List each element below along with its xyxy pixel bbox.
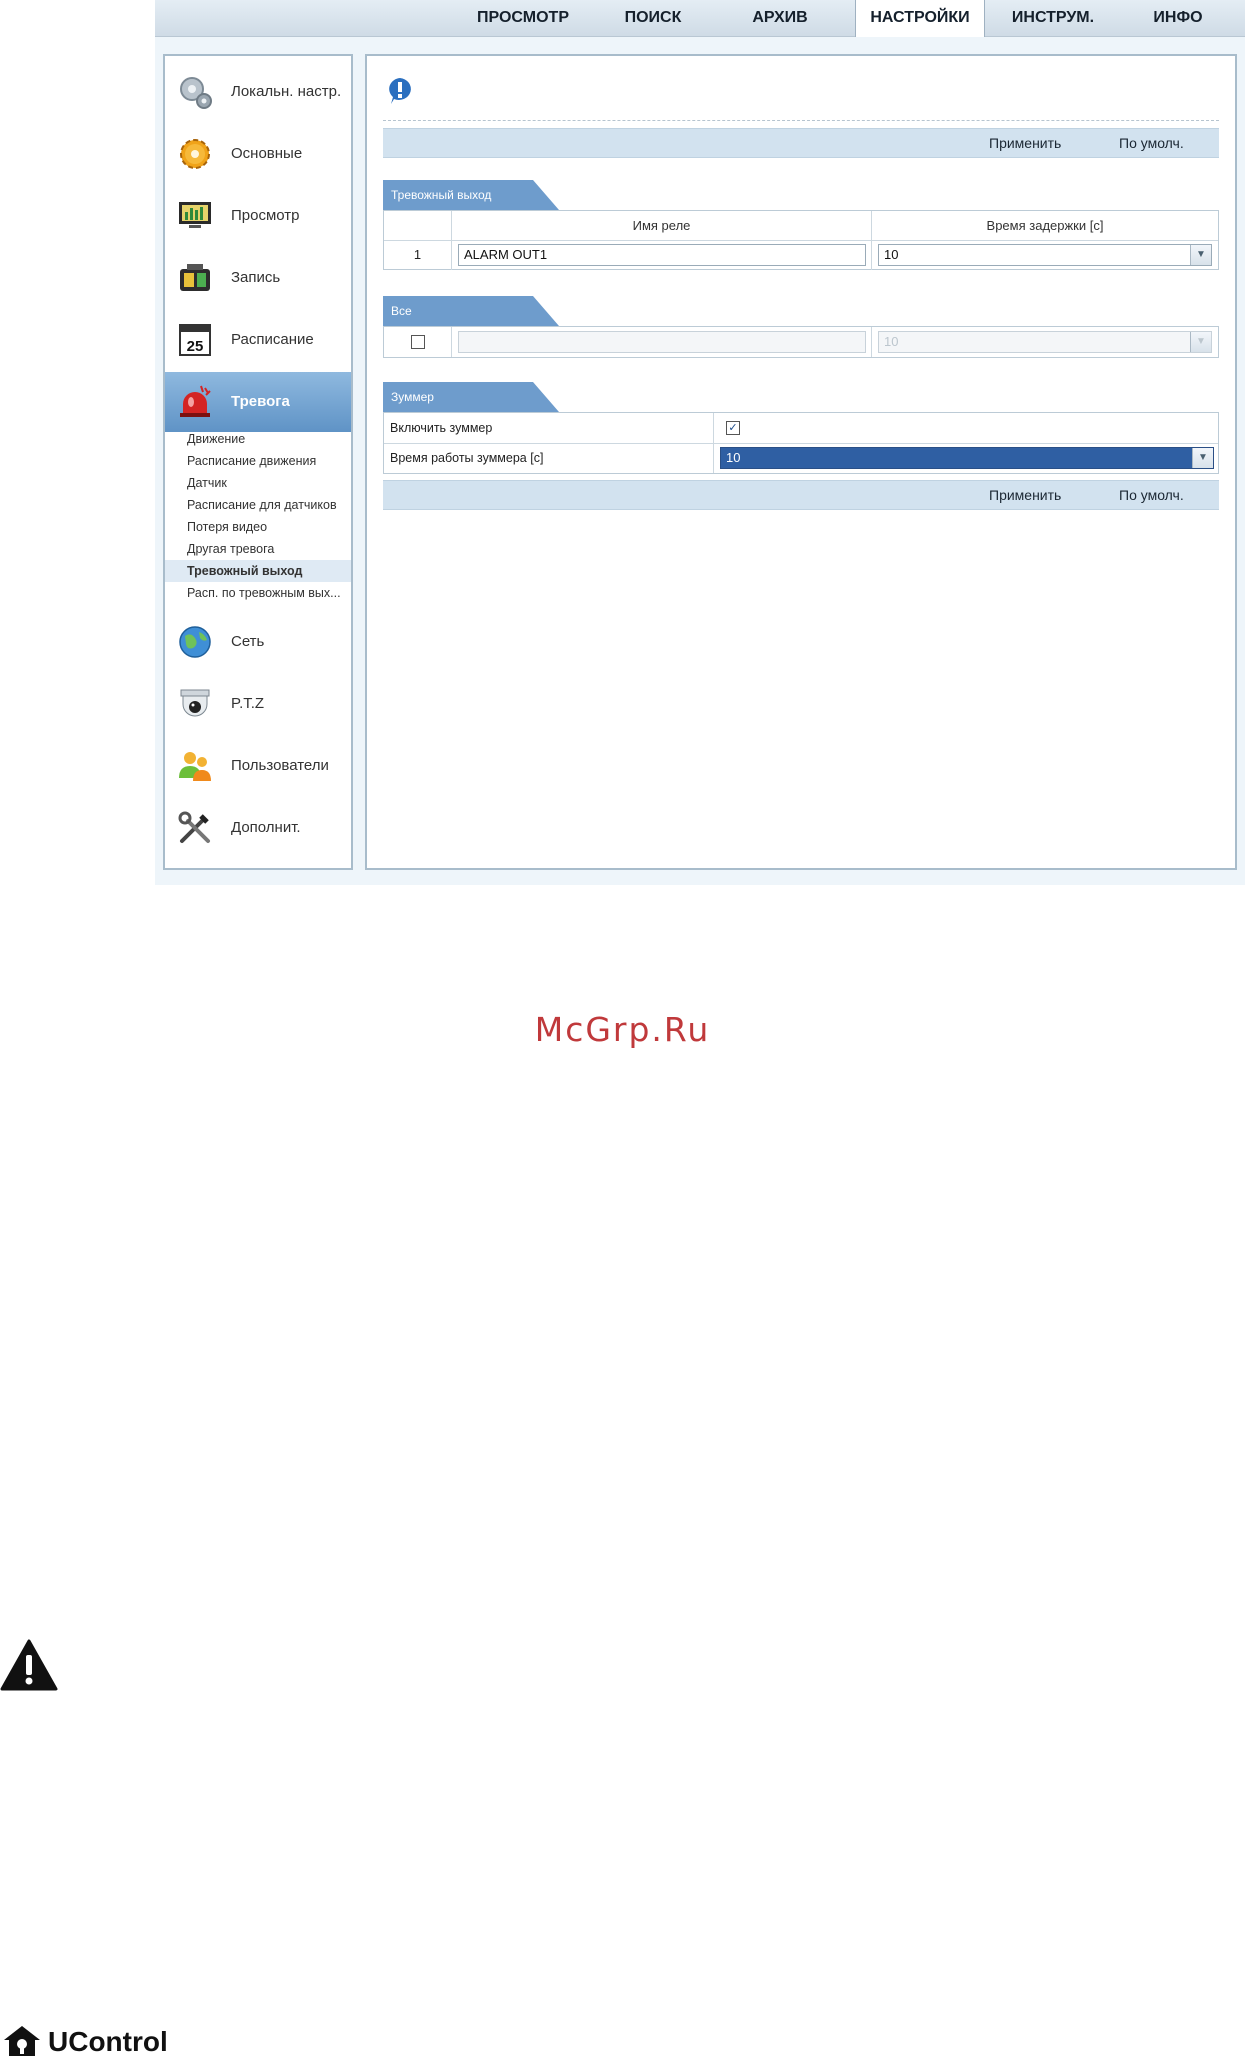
svg-text:25: 25 — [187, 338, 204, 355]
all-relay-name-input[interactable] — [458, 331, 866, 353]
watermark-text: McGrp.Ru — [534, 1010, 711, 1049]
buzzer-table: Включить зуммер ✓ Время работы зуммера [… — [383, 412, 1219, 474]
tab-search[interactable]: ПОИСК — [598, 0, 708, 36]
all-delay-select[interactable]: 10 ▼ — [878, 331, 1212, 353]
sidebar-item-local-settings[interactable]: Локальн. настр. — [165, 62, 351, 122]
divider — [383, 120, 1219, 121]
section-tab-all: Все — [383, 296, 563, 326]
row-number: 1 — [384, 240, 452, 270]
chevron-down-icon: ▼ — [1190, 245, 1211, 265]
buzzer-time-value: 10 — [726, 450, 741, 465]
submenu-sensor[interactable]: Датчик — [165, 472, 351, 494]
info-bubble-icon — [389, 78, 411, 104]
settings-sidebar: Локальн. настр. Основные Просмотр Запись… — [163, 54, 353, 870]
col-header-num — [384, 211, 452, 240]
default-button[interactable]: По умолч. — [1119, 129, 1184, 157]
gear-icon — [180, 139, 210, 169]
submenu-alarm-out-schedule[interactable]: Расп. по тревожным вых... — [165, 582, 351, 604]
sidebar-item-label: Запись — [231, 269, 281, 286]
all-table: 10 ▼ — [383, 326, 1219, 358]
sidebar-item-label: Локальн. настр. — [231, 83, 342, 100]
sidebar-item-record[interactable]: Запись — [165, 248, 351, 308]
calendar-icon: 25 — [179, 324, 211, 356]
sidebar-item-advanced[interactable]: Дополнит. — [165, 798, 351, 858]
record-icon — [180, 264, 210, 291]
alarm-submenu: Движение Расписание движения Датчик Расп… — [165, 428, 351, 604]
buzzer-time-select[interactable]: 10 ▼ — [720, 447, 1214, 469]
delay-value: 10 — [884, 247, 899, 262]
buzzer-enable-label: Включить зуммер — [384, 413, 714, 443]
alarm-siren-icon — [180, 385, 211, 417]
submenu-other-alarm[interactable]: Другая тревога — [165, 538, 351, 560]
tab-view[interactable]: ПРОСМОТР — [458, 0, 588, 36]
alarm-out-table: Имя реле Время задержки [c] 1 ALARM OUT1… — [383, 210, 1219, 270]
sidebar-item-ptz[interactable]: P.T.Z — [165, 674, 351, 734]
sidebar-item-users[interactable]: Пользователи — [165, 736, 351, 796]
tab-archive[interactable]: АРХИВ — [725, 0, 835, 36]
sidebar-item-label: Дополнит. — [231, 819, 301, 836]
sidebar-item-label: P.T.Z — [231, 695, 265, 712]
delay-select[interactable]: 10 ▼ — [878, 244, 1212, 266]
action-bar-top: Применить По умолч. — [383, 128, 1219, 158]
submenu-alarm-out[interactable]: Тревожный выход — [165, 560, 351, 582]
sidebar-item-label: Тревога — [231, 393, 290, 410]
tools-icon — [178, 811, 210, 843]
local-settings-icon — [180, 77, 212, 109]
sidebar-item-label: Просмотр — [231, 207, 300, 224]
submenu-motion-schedule[interactable]: Расписание движения — [165, 450, 351, 472]
users-icon — [179, 752, 211, 781]
ptz-camera-icon — [180, 689, 210, 717]
house-icon — [4, 2026, 40, 2056]
col-header-relay-name: Имя реле — [452, 211, 872, 240]
top-navigation: ПРОСМОТР ПОИСК АРХИВ НАСТРОЙКИ ИНСТРУМ. … — [155, 0, 1245, 37]
all-delay-value: 10 — [884, 334, 899, 349]
sidebar-item-general[interactable]: Основные — [165, 124, 351, 184]
sidebar-item-alarm[interactable]: Тревога — [165, 372, 351, 432]
default-button[interactable]: По умолч. — [1119, 481, 1184, 509]
sidebar-item-label: Сеть — [231, 633, 265, 650]
globe-icon — [179, 626, 211, 658]
monitor-icon — [179, 202, 211, 228]
dvr-settings-window: ПРОСМОТР ПОИСК АРХИВ НАСТРОЙКИ ИНСТРУМ. … — [155, 0, 1245, 885]
sidebar-item-label: Пользователи — [231, 757, 329, 774]
sidebar-item-schedule[interactable]: 25 Расписание — [165, 310, 351, 370]
buzzer-enable-checkbox[interactable]: ✓ — [726, 421, 740, 435]
section-tab-buzzer: Зуммер — [383, 382, 563, 412]
submenu-sensor-schedule[interactable]: Расписание для датчиков — [165, 494, 351, 516]
apply-button[interactable]: Применить — [989, 129, 1061, 157]
tab-tools[interactable]: ИНСТРУМ. — [993, 0, 1113, 36]
buzzer-time-label: Время работы зуммера [c] — [384, 443, 714, 473]
chevron-down-icon: ▼ — [1192, 448, 1213, 468]
tab-settings[interactable]: НАСТРОЙКИ — [855, 0, 985, 37]
action-bar-bottom: Применить По умолч. — [383, 480, 1219, 510]
all-checkbox[interactable] — [411, 335, 425, 349]
alarm-out-settings-panel: Применить По умолч. Тревожный выход Имя … — [365, 54, 1237, 870]
sidebar-item-label: Расписание — [231, 331, 314, 348]
sidebar-item-network[interactable]: Сеть — [165, 612, 351, 672]
sidebar-item-label: Основные — [231, 145, 303, 162]
warning-icon — [0, 1639, 58, 1691]
sidebar-item-view[interactable]: Просмотр — [165, 186, 351, 246]
submenu-motion[interactable]: Движение — [165, 428, 351, 450]
section-tab-alarm-out: Тревожный выход — [383, 180, 563, 210]
relay-name-input[interactable]: ALARM OUT1 — [458, 244, 866, 266]
chevron-down-icon: ▼ — [1190, 332, 1211, 352]
apply-button[interactable]: Применить — [989, 481, 1061, 509]
submenu-video-loss[interactable]: Потеря видео — [165, 516, 351, 538]
tab-info[interactable]: ИНФО — [1123, 0, 1233, 36]
col-header-delay: Время задержки [c] — [872, 211, 1218, 240]
